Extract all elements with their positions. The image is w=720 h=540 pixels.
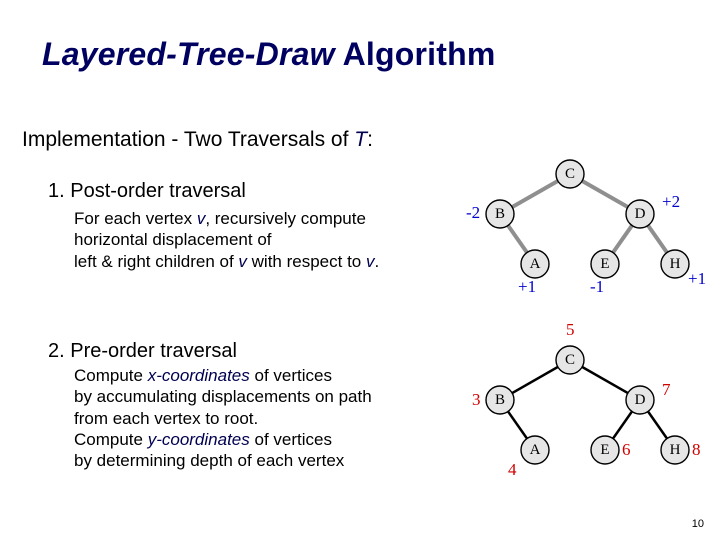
figure-coordinates: C B D A E H 5 3 7 4 6 8 — [430, 315, 710, 490]
tree-node-h: H — [661, 250, 689, 278]
section-2-heading: 2. Pre-order traversal — [48, 340, 237, 363]
text-run: by determining depth of each vertex — [74, 451, 344, 470]
text-run: of vertices — [250, 366, 332, 385]
svg-text:H: H — [670, 256, 681, 272]
slide-title: Layered-Tree-Draw Algorithm — [42, 36, 496, 73]
section-1-heading: 1. Post-order traversal — [48, 180, 246, 203]
svg-text:E: E — [600, 256, 609, 272]
text-run: . — [374, 252, 379, 271]
text-run: Compute — [74, 430, 148, 449]
tree-node-c: C — [556, 346, 584, 374]
coord-label-h: 8 — [692, 440, 701, 459]
tree-node-d: D — [626, 386, 654, 414]
svg-text:H: H — [670, 442, 681, 458]
page-number: 10 — [692, 518, 704, 530]
text-run: left & right children of — [74, 252, 238, 271]
tree-node-e: E — [591, 250, 619, 278]
disp-label-h: +1 — [688, 269, 706, 288]
x-coordinates-term: x-coordinates — [148, 366, 250, 385]
tree-node-b: B — [486, 386, 514, 414]
tree-node-c: C — [556, 160, 584, 188]
coord-label-b: 3 — [472, 390, 481, 409]
svg-text:C: C — [565, 352, 575, 368]
svg-text:D: D — [635, 206, 646, 222]
svg-text:A: A — [530, 442, 541, 458]
svg-text:D: D — [635, 392, 646, 408]
figure-displacements: C B D A E H -2 +2 +1 -1 +1 — [430, 152, 710, 302]
text-run: For each vertex — [74, 209, 197, 228]
text-run: Compute — [74, 366, 148, 385]
section-1-body: For each vertex v, recursively compute h… — [74, 208, 394, 272]
disp-label-d: +2 — [662, 192, 680, 211]
tree-node-d: D — [626, 200, 654, 228]
text-run: with respect to — [247, 252, 366, 271]
subtitle-prefix: Implementation - Two Traversals of — [22, 128, 354, 151]
tree-node-a: A — [521, 436, 549, 464]
disp-label-e: -1 — [590, 277, 604, 296]
coord-label-c: 5 — [566, 320, 575, 339]
coord-label-a: 4 — [508, 460, 517, 479]
svg-text:C: C — [565, 166, 575, 182]
disp-label-b: -2 — [466, 203, 480, 222]
subtitle: Implementation - Two Traversals of T: — [22, 128, 373, 152]
text-run: by accumulating displacements on path fr… — [74, 387, 372, 427]
y-coordinates-term: y-coordinates — [148, 430, 250, 449]
disp-label-a: +1 — [518, 277, 536, 296]
svg-text:A: A — [530, 256, 541, 272]
subtitle-variable-t: T — [354, 128, 367, 151]
coord-label-e: 6 — [622, 440, 631, 459]
tree-node-h: H — [661, 436, 689, 464]
title-suffix: Algorithm — [335, 36, 496, 72]
svg-text:B: B — [495, 392, 505, 408]
svg-text:B: B — [495, 206, 505, 222]
text-run: of vertices — [250, 430, 332, 449]
section-2-body: Compute x-coordinates of vertices by acc… — [74, 365, 394, 471]
title-prefix: Layered-Tree-Draw — [42, 36, 335, 72]
coord-label-d: 7 — [662, 380, 671, 399]
tree-node-e: E — [591, 436, 619, 464]
tree-node-a: A — [521, 250, 549, 278]
svg-text:E: E — [600, 442, 609, 458]
variable-v: v — [238, 252, 247, 271]
subtitle-suffix: : — [367, 128, 373, 151]
tree-node-b: B — [486, 200, 514, 228]
